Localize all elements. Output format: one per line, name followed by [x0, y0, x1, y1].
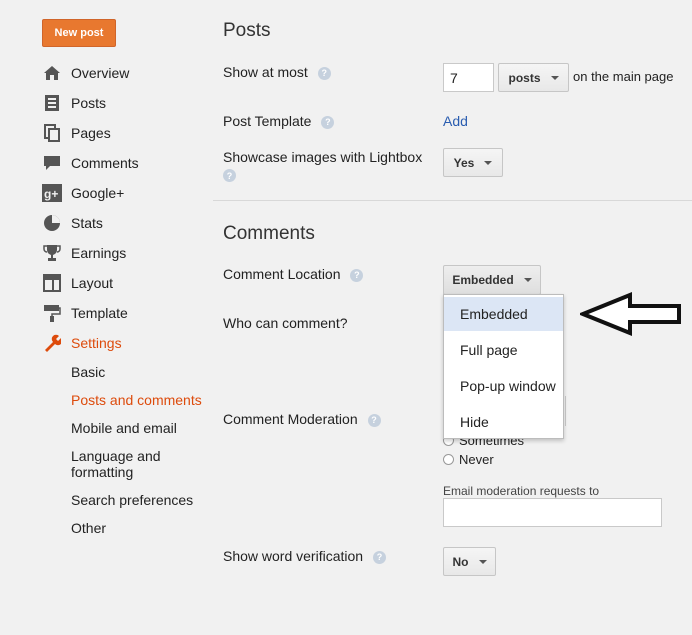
- sidebar-subitem-other[interactable]: Other: [71, 520, 106, 536]
- lightbox-text: Showcase images with Lightbox: [223, 149, 423, 165]
- pie-chart-icon: [42, 213, 62, 233]
- home-icon: [42, 63, 62, 83]
- post-template-label: Post Template ?: [223, 113, 335, 129]
- sidebar-item-label: Comments: [71, 155, 139, 171]
- comment-location-label: Comment Location ?: [223, 266, 364, 282]
- posts-icon: [42, 93, 62, 113]
- menu-item-embedded[interactable]: Embedded: [444, 297, 563, 331]
- sidebar-item-label: Stats: [71, 215, 103, 231]
- help-icon[interactable]: ?: [372, 550, 386, 564]
- sidebar-item-google-plus[interactable]: g+ Google+: [42, 182, 124, 204]
- word-verification-label: Show word verification ?: [223, 548, 386, 564]
- show-at-most-label: Show at most ?: [223, 64, 331, 80]
- word-verification-dropdown[interactable]: No: [443, 547, 496, 576]
- sidebar-subitem-language-and-formatting[interactable]: Language and formatting: [71, 448, 166, 480]
- help-icon[interactable]: ?: [223, 169, 236, 183]
- radio-button[interactable]: [443, 454, 454, 465]
- layout-icon: [42, 273, 62, 293]
- sidebar-item-layout[interactable]: Layout: [42, 272, 113, 294]
- sidebar-item-label: Overview: [71, 65, 130, 81]
- annotation-arrow-icon: [580, 292, 681, 336]
- comment-location-menu: Embedded Full page Pop-up window Hide: [443, 294, 564, 439]
- email-moderation-input[interactable]: [443, 498, 662, 527]
- sidebar-item-label: Pages: [71, 125, 111, 141]
- add-template-link[interactable]: Add: [443, 113, 468, 129]
- chevron-down-icon: [478, 559, 487, 564]
- help-icon[interactable]: ?: [367, 413, 381, 427]
- sidebar-item-label: Template: [71, 305, 128, 321]
- sidebar-subitem-mobile-and-email[interactable]: Mobile and email: [71, 420, 177, 436]
- sidebar-item-stats[interactable]: Stats: [42, 212, 103, 234]
- sidebar-item-earnings[interactable]: Earnings: [42, 242, 126, 264]
- posts-unit-dropdown[interactable]: posts: [498, 63, 569, 92]
- word-verification-value: No: [452, 554, 469, 569]
- comment-icon: [42, 153, 62, 173]
- comment-location-text: Comment Location: [223, 266, 341, 282]
- comment-location-dropdown[interactable]: Embedded: [443, 265, 541, 295]
- lightbox-label: Showcase images with Lightbox ?: [223, 149, 423, 183]
- sidebar-item-posts[interactable]: Posts: [42, 92, 106, 114]
- paint-roller-icon: [42, 303, 62, 323]
- trophy-icon: [42, 243, 62, 263]
- chevron-down-icon: [484, 160, 493, 165]
- comment-moderation-label: Comment Moderation ?: [223, 411, 381, 427]
- sidebar-subitem-posts-and-comments[interactable]: Posts and comments: [71, 392, 202, 408]
- section-divider: [213, 200, 692, 201]
- sidebar-item-label: Google+: [71, 185, 125, 201]
- lightbox-value: Yes: [453, 155, 475, 170]
- help-icon[interactable]: ?: [317, 66, 331, 80]
- sidebar-item-comments[interactable]: Comments: [42, 152, 139, 174]
- posts-unit-value: posts: [508, 70, 541, 85]
- lightbox-dropdown[interactable]: Yes: [443, 148, 503, 177]
- comments-section-title: Comments: [223, 223, 315, 244]
- sidebar-item-label: Layout: [71, 275, 114, 291]
- help-icon[interactable]: ?: [350, 268, 364, 282]
- who-can-comment-label: Who can comment?: [223, 315, 348, 331]
- google-plus-icon: g+: [42, 183, 62, 203]
- sidebar-item-label: Posts: [71, 95, 107, 111]
- sidebar-subitem-basic[interactable]: Basic: [71, 364, 105, 380]
- chevron-down-icon: [523, 278, 532, 282]
- sidebar-subitem-search-preferences[interactable]: Search preferences: [71, 492, 193, 508]
- posts-count-input[interactable]: 7: [443, 63, 494, 92]
- word-verification-text: Show word verification: [223, 548, 364, 564]
- menu-item-hide[interactable]: Hide: [444, 405, 563, 439]
- pages-icon: [42, 123, 62, 143]
- posts-section-title: Posts: [223, 20, 271, 41]
- show-at-most-text: Show at most: [223, 64, 308, 80]
- svg-text:g+: g+: [44, 187, 58, 201]
- sidebar-item-overview[interactable]: Overview: [42, 62, 129, 84]
- chevron-down-icon: [550, 75, 559, 80]
- menu-item-popup-window[interactable]: Pop-up window: [444, 369, 563, 403]
- moderation-option-never[interactable]: Never: [443, 452, 494, 467]
- sidebar-item-label: Earnings: [71, 245, 127, 261]
- main-page-suffix: on the main page: [573, 69, 674, 84]
- new-post-button[interactable]: New post: [42, 19, 116, 47]
- post-template-text: Post Template: [223, 113, 312, 129]
- help-icon[interactable]: ?: [321, 115, 335, 129]
- sidebar-item-template[interactable]: Template: [42, 302, 128, 324]
- comment-location-value: Embedded: [452, 273, 514, 287]
- email-moderation-label: Email moderation requests to: [443, 484, 600, 498]
- sidebar-item-label: Settings: [71, 335, 122, 351]
- sidebar-item-settings[interactable]: Settings: [42, 332, 122, 354]
- sidebar-item-pages[interactable]: Pages: [42, 122, 111, 144]
- comment-moderation-text: Comment Moderation: [223, 411, 358, 427]
- never-label: Never: [459, 452, 494, 467]
- wrench-icon: [42, 333, 62, 353]
- menu-item-full-page[interactable]: Full page: [444, 333, 563, 367]
